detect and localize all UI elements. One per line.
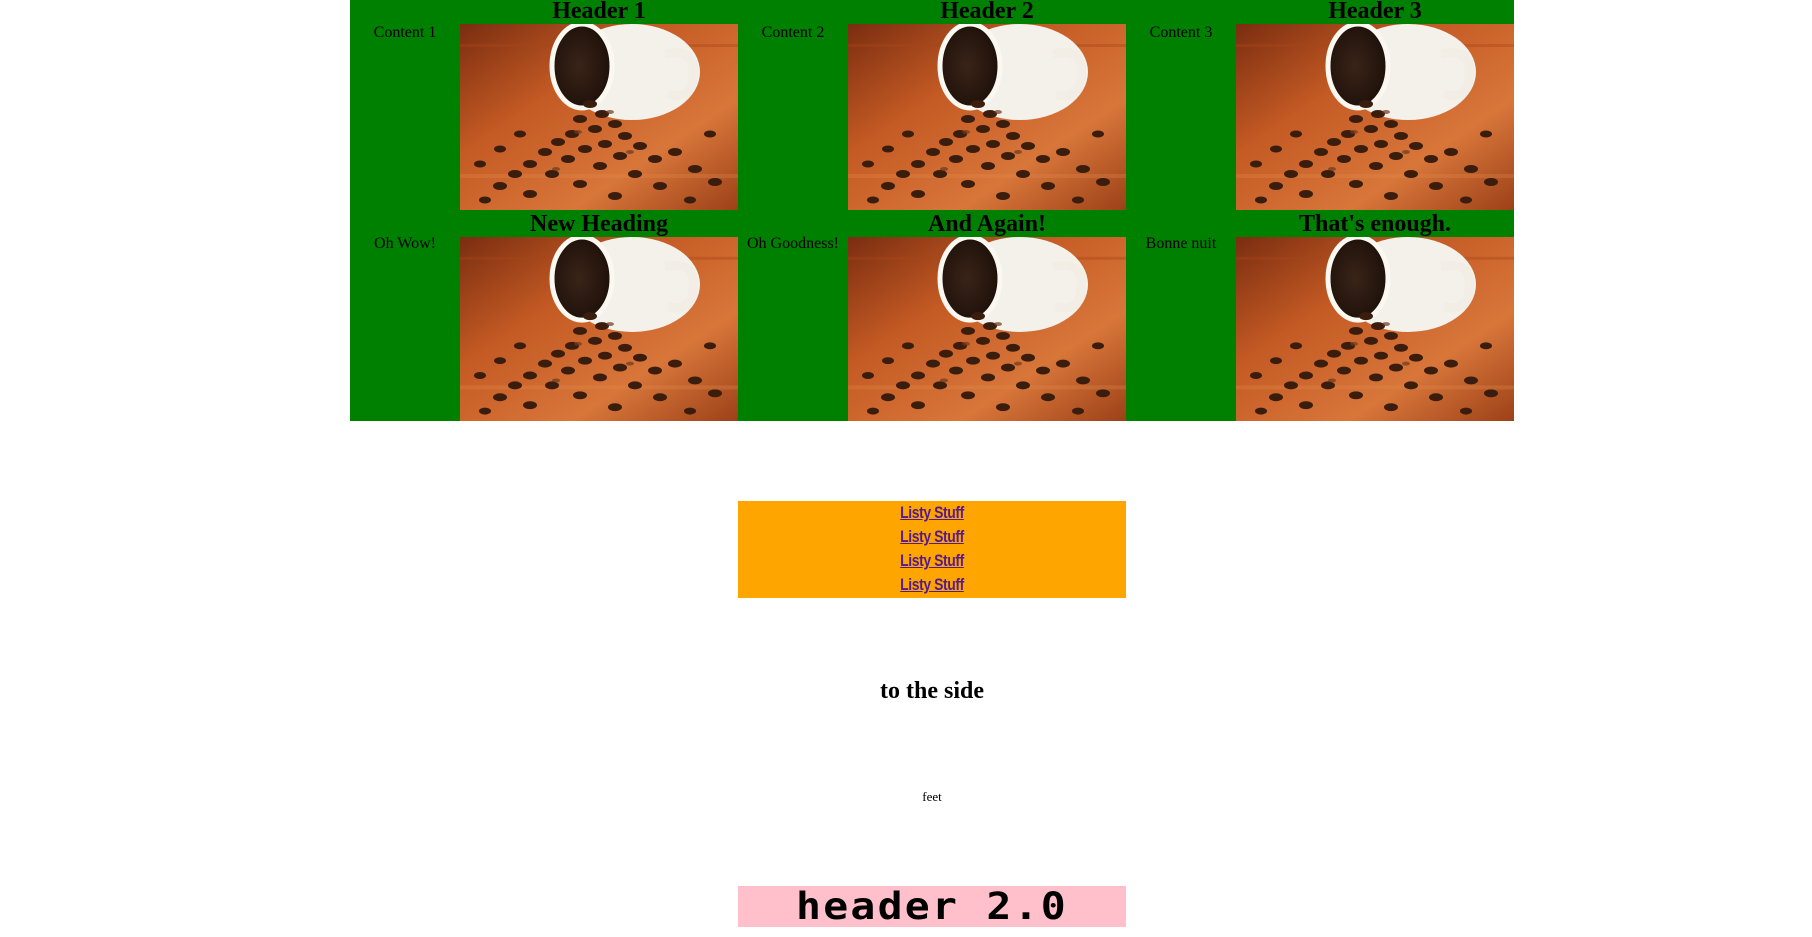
cell-content: Content 1 <box>373 24 437 41</box>
list-link[interactable]: Listy Stuff <box>773 525 1091 549</box>
link-list: Listy Stuff Listy Stuff Listy Stuff List… <box>738 501 1126 598</box>
cell-heading: Header 1 <box>552 0 646 24</box>
grid-row: Header 1 Content 1 Header 2 Content 2 He… <box>350 0 1514 210</box>
coffee-beans-image <box>848 24 1126 210</box>
cell-content: Bonne nuit <box>1145 235 1217 252</box>
cell-heading: Header 3 <box>1328 0 1422 24</box>
list-link[interactable]: Listy Stuff <box>773 549 1091 573</box>
coffee-beans-image <box>1236 237 1514 421</box>
coffee-beans-image <box>460 237 738 421</box>
cell-heading: That's enough. <box>1298 211 1452 237</box>
page: Header 1 Content 1 Header 2 Content 2 He… <box>0 0 1812 937</box>
cell-content: Oh Wow! <box>374 235 436 252</box>
cell-heading: Header 2 <box>940 0 1034 24</box>
cell-content: Oh Goodness! <box>747 235 839 252</box>
cell-heading: And Again! <box>927 211 1047 237</box>
grid-cell: And Again! Oh Goodness! <box>738 211 1126 421</box>
header-2-title: header 2.0 <box>796 885 1068 928</box>
green-grid: Header 1 Content 1 Header 2 Content 2 He… <box>350 0 1514 421</box>
coffee-beans-image <box>460 24 738 210</box>
cell-heading: New Heading <box>530 211 668 237</box>
cell-content: Content 2 <box>761 24 825 41</box>
footer-text: feet <box>922 789 942 804</box>
grid-cell: Header 1 Content 1 <box>350 0 738 210</box>
grid-cell: New Heading Oh Wow! <box>350 211 738 421</box>
side-heading: to the side <box>880 678 984 704</box>
coffee-beans-image <box>1236 24 1514 210</box>
list-link[interactable]: Listy Stuff <box>773 501 1091 525</box>
coffee-beans-image <box>848 237 1126 421</box>
grid-cell: That's enough. Bonne nuit <box>1126 211 1514 421</box>
grid-cell: Header 3 Content 3 <box>1126 0 1514 210</box>
grid-row: New Heading Oh Wow! And Again! Oh Goodne… <box>350 211 1514 421</box>
header-2-banner: header 2.0 <box>738 886 1126 927</box>
list-link[interactable]: Listy Stuff <box>773 573 1091 597</box>
cell-content: Content 3 <box>1149 24 1213 41</box>
grid-cell: Header 2 Content 2 <box>738 0 1126 210</box>
